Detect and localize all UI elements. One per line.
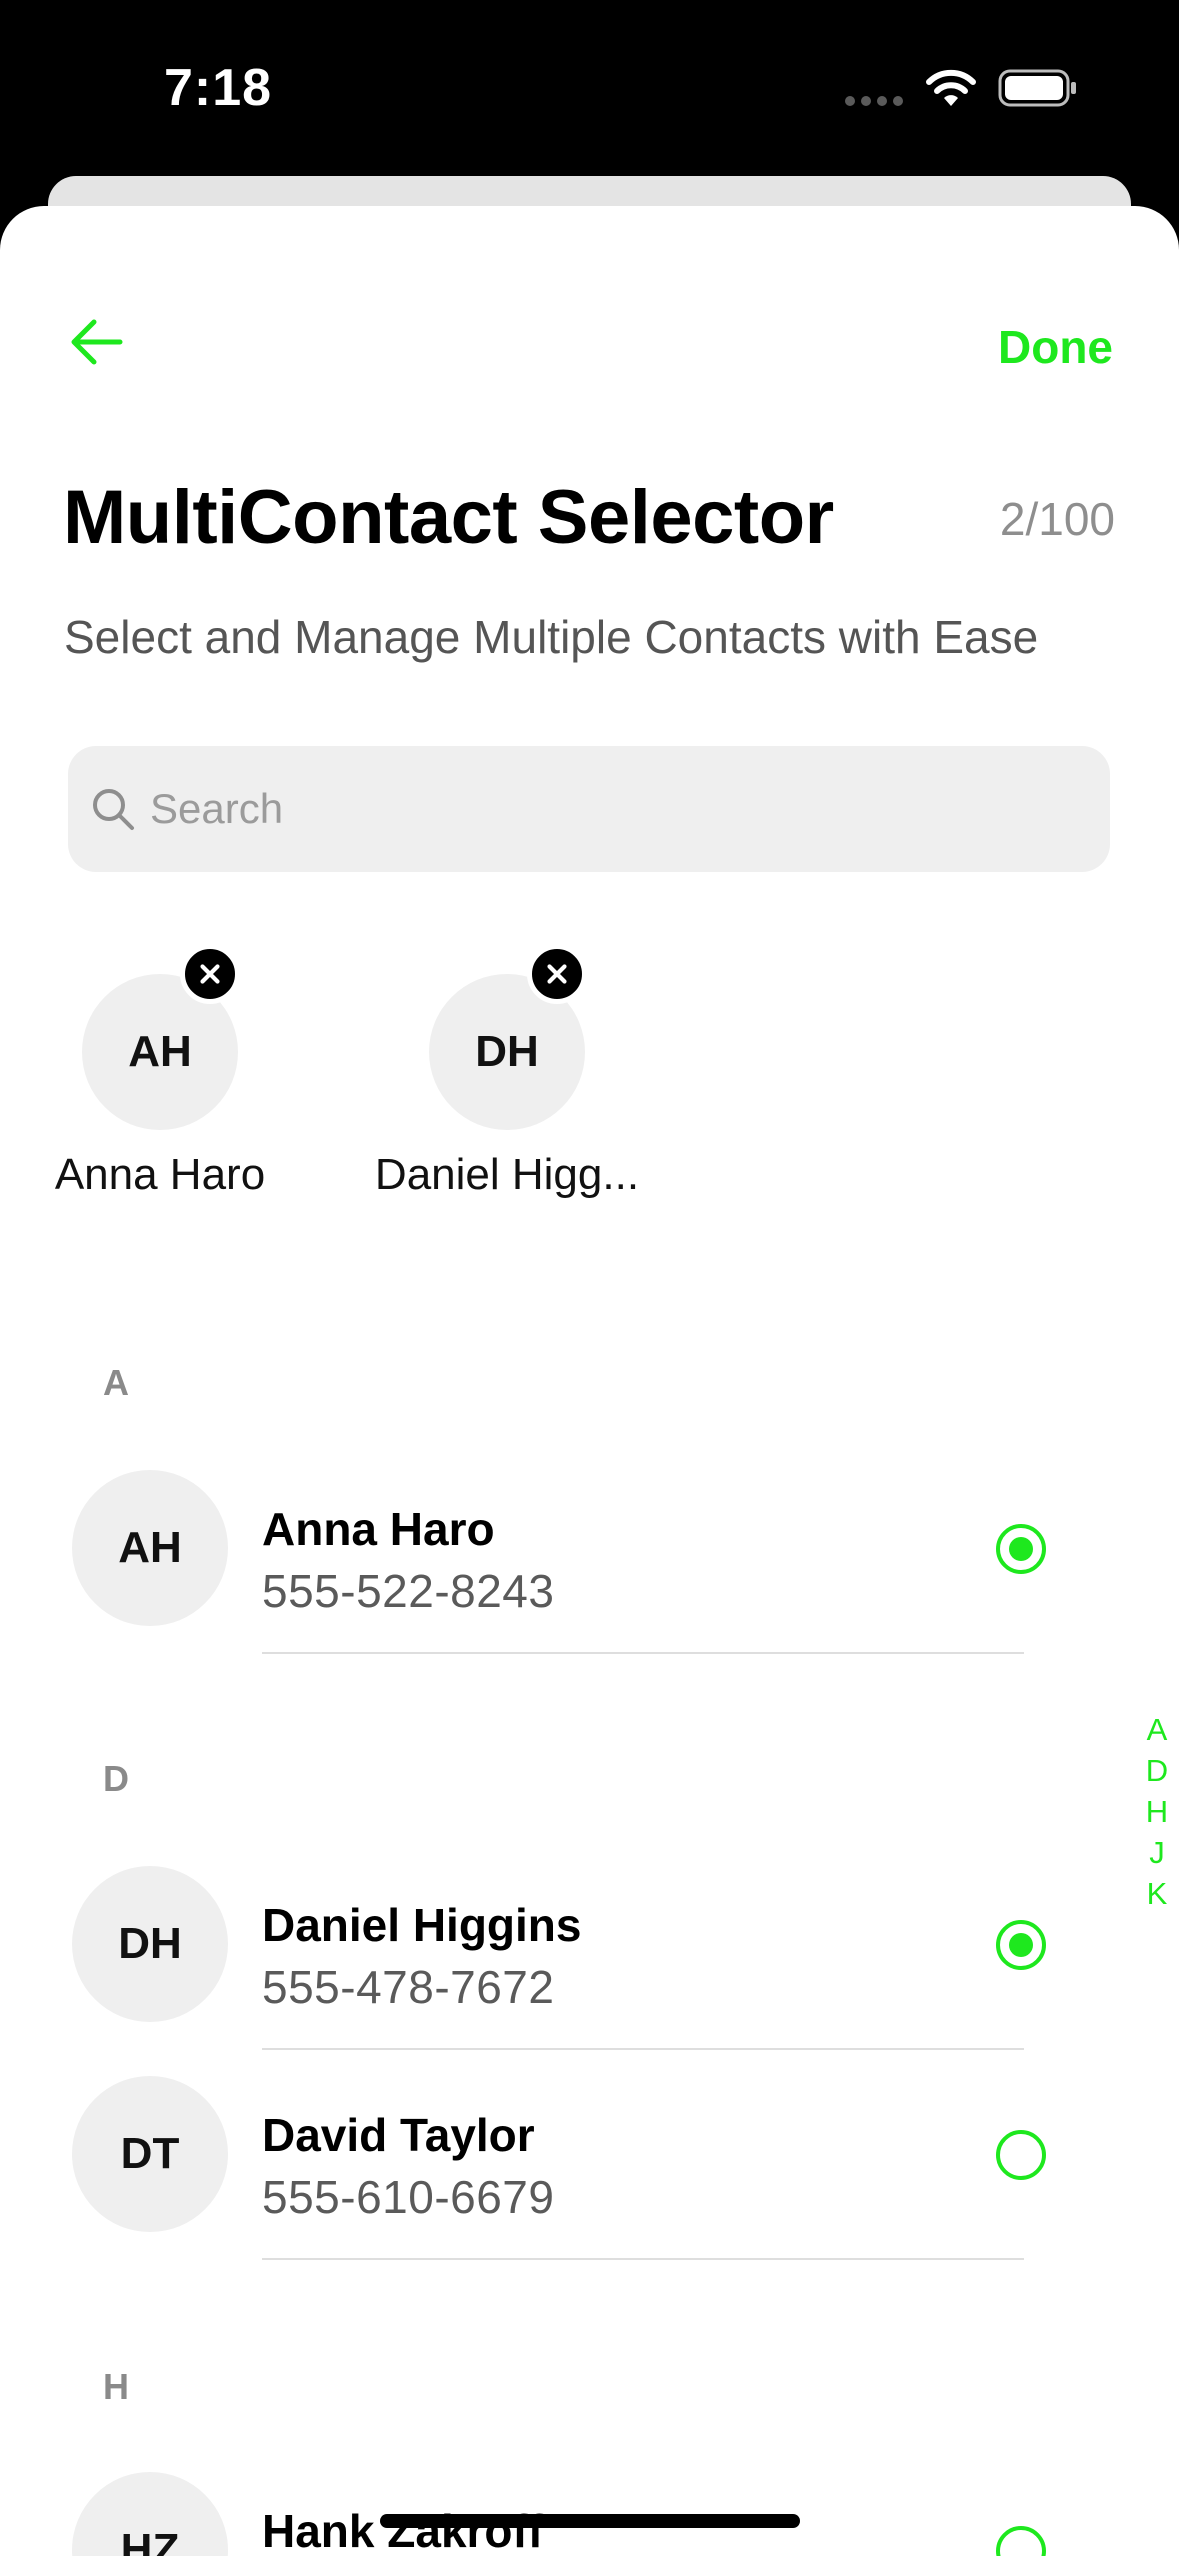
section-header-d: D	[103, 1758, 129, 1799]
wifi-icon	[926, 69, 976, 106]
radio-unselected-icon[interactable]	[996, 2130, 1046, 2180]
contact-selector-sheet: Done MultiContact Selector 2/100 Select …	[0, 206, 1179, 2556]
chip-name: Daniel Higg...	[374, 1150, 640, 1199]
contact-row[interactable]: DT David Taylor 555-610-6679	[0, 2076, 1179, 2286]
remove-chip-close-icon[interactable]	[180, 944, 240, 1004]
contact-name: Anna Haro	[262, 1503, 495, 1555]
home-indicator[interactable]	[380, 2514, 800, 2528]
page-title: MultiContact Selector	[63, 475, 834, 560]
section-header-h: H	[103, 2366, 129, 2407]
cellular-signal-icon	[845, 96, 905, 106]
battery-icon	[998, 69, 1076, 107]
contact-name: David Taylor	[262, 2109, 535, 2161]
section-header-a: A	[103, 1362, 129, 1403]
contact-avatar: DT	[72, 2076, 228, 2232]
search-icon	[93, 789, 134, 830]
row-divider	[262, 2048, 1024, 2050]
contact-avatar: HZ	[72, 2472, 228, 2556]
contact-phone: 555-522-8243	[262, 1565, 555, 1617]
search-input[interactable]	[150, 746, 1050, 872]
contact-phone: 555-478-7672	[262, 1961, 555, 2013]
selection-counter: 2/100	[999, 493, 1115, 545]
contact-name: Daniel Higgins	[262, 1899, 582, 1951]
search-bar[interactable]	[68, 746, 1110, 872]
contact-name: Hank Zakroff	[262, 2505, 544, 2556]
index-letter-j[interactable]: J	[1140, 1835, 1174, 1876]
selected-chip[interactable]: DH Daniel Higg...	[375, 944, 639, 1234]
contact-row[interactable]: AH Anna Haro 555-522-8243	[0, 1470, 1179, 1680]
contact-avatar: DH	[72, 1866, 228, 2022]
contact-avatar: AH	[72, 1470, 228, 1626]
back-arrow-icon[interactable]	[66, 312, 126, 372]
radio-selected-icon[interactable]	[996, 1524, 1046, 1574]
contact-row[interactable]: DH Daniel Higgins 555-478-7672	[0, 1866, 1179, 2076]
status-bar: 7:18	[0, 0, 1179, 176]
index-letter-h[interactable]: H	[1140, 1794, 1174, 1835]
page-subtitle: Select and Manage Multiple Contacts with…	[64, 611, 1039, 663]
index-letter-k[interactable]: K	[1140, 1876, 1174, 1917]
chip-name: Anna Haro	[54, 1150, 266, 1199]
remove-chip-close-icon[interactable]	[527, 944, 587, 1004]
status-time: 7:18	[164, 59, 273, 117]
row-divider	[262, 1652, 1024, 1654]
done-button[interactable]: Done	[998, 320, 1113, 374]
row-divider	[262, 2258, 1024, 2260]
radio-unselected-icon[interactable]	[996, 2526, 1046, 2556]
alphabet-index[interactable]: A D H J K	[1140, 1712, 1174, 1917]
index-letter-d[interactable]: D	[1140, 1753, 1174, 1794]
contact-phone: 555-610-6679	[262, 2171, 555, 2223]
index-letter-a[interactable]: A	[1140, 1712, 1174, 1753]
radio-selected-icon[interactable]	[996, 1920, 1046, 1970]
selected-chip[interactable]: AH Anna Haro	[30, 944, 290, 1234]
